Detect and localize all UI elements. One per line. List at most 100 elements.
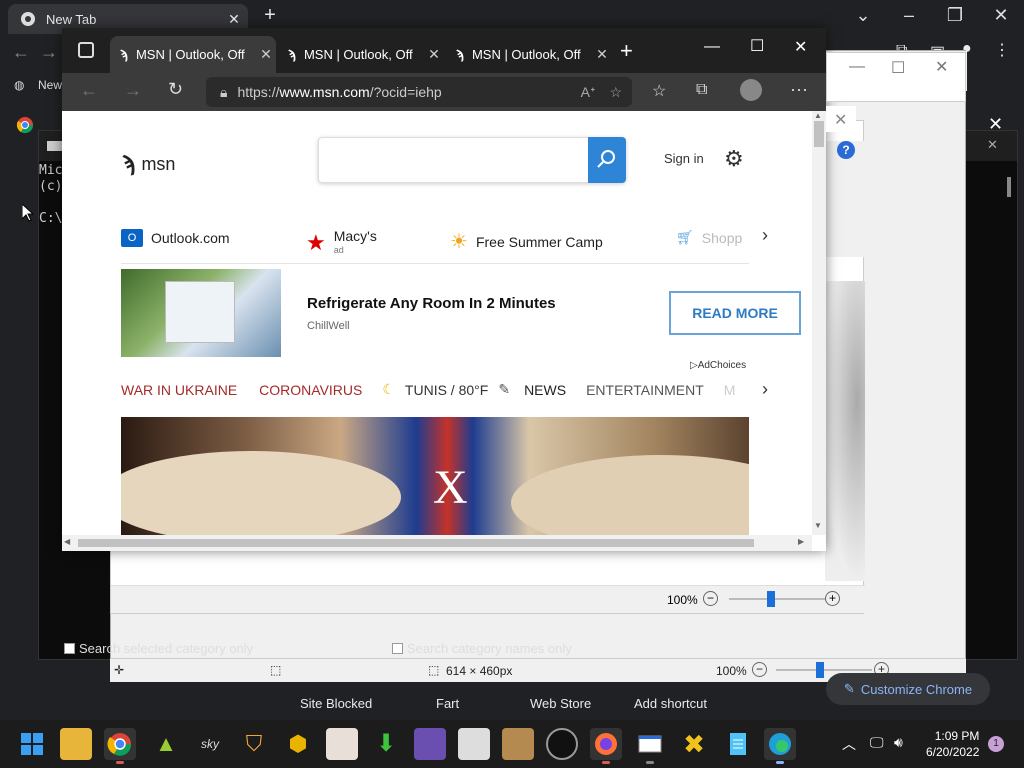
edge-tab-3[interactable]: ϡ MSN | Outlook, Off ✕: [446, 36, 612, 73]
back-arrow-icon[interactable]: ←: [12, 42, 30, 63]
close-button[interactable]: ✕: [978, 0, 1024, 30]
nav-news[interactable]: NEWS: [524, 382, 566, 398]
more-options-icon[interactable]: ···: [790, 79, 808, 100]
checkbox-category-names[interactable]: Search category names only: [392, 641, 572, 656]
forward-arrow-icon[interactable]: →: [40, 42, 58, 63]
edge-tab-2[interactable]: ϡ MSN | Outlook, Off ✕: [278, 36, 444, 73]
close-icon[interactable]: ✕: [220, 11, 248, 28]
add-shortcut-button[interactable]: Add shortcut: [634, 696, 707, 711]
chevron-up-icon[interactable]: ︿: [842, 734, 856, 754]
favorites-icon[interactable]: ☆: [652, 81, 666, 101]
edge-tab-1[interactable]: ϡ MSN | Outlook, Off ✕: [110, 36, 276, 73]
read-more-button[interactable]: READ MORE: [669, 291, 801, 335]
tab-actions-icon[interactable]: [78, 42, 94, 58]
sky-app-icon[interactable]: sky: [194, 728, 226, 760]
triangle-app-icon[interactable]: ▲: [150, 728, 182, 760]
weather-location[interactable]: TUNIS / 80°F: [405, 382, 488, 398]
back-arrow-icon[interactable]: ←: [80, 80, 98, 101]
hero-image[interactable]: X: [121, 417, 749, 535]
quicklink-outlook[interactable]: O Outlook.com: [121, 229, 230, 247]
edit-pencil-icon[interactable]: ✎: [498, 381, 510, 398]
nav-more-truncated[interactable]: M: [724, 382, 736, 398]
zoom-slider[interactable]: [776, 669, 872, 671]
adchoices-link[interactable]: ▷AdChoices: [690, 360, 746, 371]
shortcut-web-store[interactable]: Web Store: [530, 696, 591, 711]
edge-taskbar-icon[interactable]: [764, 728, 796, 764]
checkbox-selected-category[interactable]: Search selected category only: [64, 641, 253, 656]
maximize-button[interactable]: ☐: [891, 58, 905, 78]
ad-banner[interactable]: Refrigerate Any Room In 2 Minutes ChillW…: [121, 269, 803, 359]
system-clock[interactable]: 1:09 PM 6/20/2022: [926, 728, 979, 760]
close-button[interactable]: ✕: [935, 57, 948, 77]
volume-icon[interactable]: 🔊︎: [894, 734, 903, 751]
scrollbar[interactable]: [1007, 177, 1011, 197]
kebab-menu-icon[interactable]: ⋮: [994, 40, 1010, 60]
google-chrome-shortcut-icon[interactable]: [16, 116, 34, 134]
quicklink-macys[interactable]: ★ Macy's ad: [306, 229, 377, 257]
start-windows-icon[interactable]: [16, 728, 48, 760]
msn-logo[interactable]: ϡ msn: [122, 151, 175, 177]
zoom-slider-thumb[interactable]: [767, 591, 775, 607]
kinza-browser-icon[interactable]: [546, 728, 578, 760]
help-icon[interactable]: ?: [837, 141, 855, 159]
wii-app-icon[interactable]: [458, 728, 490, 760]
shield-icon[interactable]: ⛉: [238, 728, 270, 760]
nav-entertainment[interactable]: ENTERTAINMENT: [586, 382, 704, 398]
chrome-taskbar-icon[interactable]: [104, 728, 136, 764]
bookmark-item[interactable]: New: [38, 78, 62, 92]
notification-badge[interactable]: 1: [988, 736, 1004, 752]
nav-war-in-ukraine[interactable]: WAR IN UKRAINE: [121, 382, 237, 398]
minimize-button[interactable]: —: [704, 38, 720, 56]
notepad-icon[interactable]: [722, 728, 754, 760]
restore-button[interactable]: ❐: [932, 0, 978, 30]
quicklink-shopping[interactable]: 🛒︎ Shopp: [676, 229, 742, 246]
horizontal-scrollbar[interactable]: ◀ ▶: [62, 535, 812, 551]
network-icon[interactable]: 🖵︎: [870, 734, 884, 751]
vertical-scrollbar[interactable]: ▲ ▼: [812, 111, 826, 535]
close-icon[interactable]: ✕: [424, 46, 444, 63]
customize-chrome-button[interactable]: ✎ Customize Chrome: [826, 673, 990, 705]
coffee-bean-app-icon[interactable]: [326, 728, 358, 760]
chevron-right-icon[interactable]: ›: [762, 379, 768, 400]
firefox-icon[interactable]: [590, 728, 622, 764]
close-icon[interactable]: ✕: [592, 46, 612, 63]
close-icon[interactable]: ✕: [256, 46, 276, 63]
zoom-slider[interactable]: [729, 598, 825, 600]
zoom-in-button[interactable]: +: [825, 591, 840, 606]
zoom-out-button[interactable]: −: [752, 662, 767, 677]
forward-arrow-icon[interactable]: →: [124, 80, 142, 101]
gear-icon[interactable]: ⚙: [724, 146, 744, 172]
new-tab-button[interactable]: +: [620, 38, 633, 64]
close-button[interactable]: ✕: [794, 37, 807, 57]
search-input[interactable]: [318, 137, 626, 183]
window-app-icon[interactable]: [634, 728, 666, 764]
minimize-button[interactable]: —: [849, 58, 865, 76]
file-explorer-icon[interactable]: [60, 728, 92, 760]
console-prompt[interactable]: C:\: [39, 211, 62, 227]
hexagon-app-icon[interactable]: ⬢: [282, 728, 314, 760]
refresh-icon[interactable]: ↻: [168, 79, 183, 100]
game-app-icon[interactable]: [414, 728, 446, 760]
minimize-button[interactable]: –: [886, 0, 932, 30]
scrollbar-thumb[interactable]: [78, 539, 754, 547]
shortcut-fart[interactable]: Fart: [436, 696, 459, 711]
new-tab-button[interactable]: +: [256, 4, 284, 30]
download-arrow-icon[interactable]: ⬇: [370, 728, 402, 760]
scrollbar-thumb[interactable]: [814, 121, 824, 147]
chevron-down-icon[interactable]: ⌄: [840, 0, 886, 30]
collections-icon[interactable]: ⧉: [696, 81, 707, 99]
quicklink-summer-camp[interactable]: ☀ Free Summer Camp: [450, 229, 603, 254]
add-favorite-icon[interactable]: ☆: [609, 84, 622, 101]
address-bar[interactable]: 🔒︎ https://www.msn.com/?ocid=iehp Aᐩ ☆: [206, 77, 632, 107]
chevron-right-icon[interactable]: ›: [762, 225, 768, 246]
shortcut-site-blocked[interactable]: Site Blocked: [300, 696, 372, 711]
maximize-button[interactable]: ☐: [750, 36, 764, 56]
close-icon[interactable]: ✕: [834, 110, 847, 130]
monkey-app-icon[interactable]: [502, 728, 534, 760]
zoom-out-button[interactable]: −: [703, 591, 718, 606]
profile-icon[interactable]: [740, 79, 762, 101]
close-button[interactable]: ✕: [987, 137, 998, 153]
x-app-icon[interactable]: ✖: [678, 728, 710, 760]
ad-headline[interactable]: Refrigerate Any Room In 2 Minutes: [307, 295, 556, 312]
nav-coronavirus[interactable]: CORONAVIRUS: [259, 382, 362, 398]
